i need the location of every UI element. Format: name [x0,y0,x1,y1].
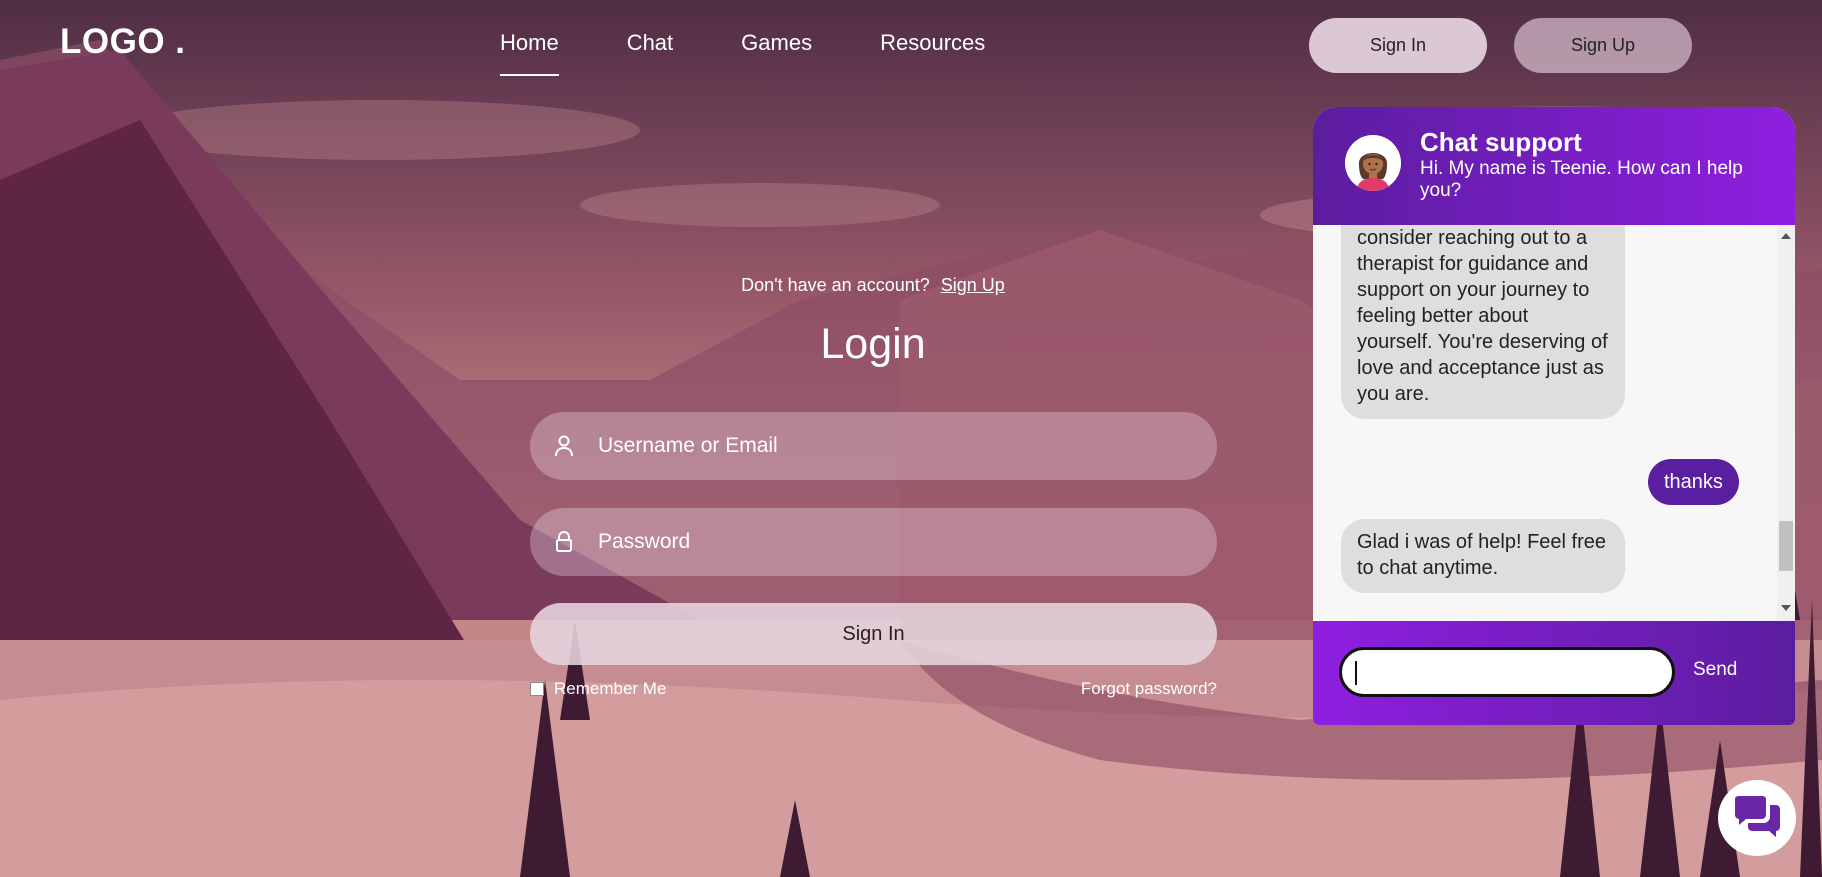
forgot-password-link[interactable]: Forgot password? [1030,679,1217,699]
nav-home[interactable]: Home [500,30,559,76]
username-field[interactable] [530,412,1217,480]
chat-bubbles-icon [1735,796,1780,837]
support-avatar [1345,135,1401,191]
scroll-thumb[interactable] [1779,521,1793,571]
bot-message: consider reaching out to a therapist for… [1341,225,1625,419]
text-caret [1355,661,1357,685]
remember-me-label: Remember Me [554,679,667,698]
nav-chat[interactable]: Chat [627,30,673,76]
chat-widget: Chat support Hi. My name is Teenie. How … [1313,107,1795,725]
user-icon [552,434,576,458]
nav-resources[interactable]: Resources [880,30,985,76]
chat-message-input[interactable] [1339,647,1675,697]
nav-games[interactable]: Games [741,30,812,76]
logo[interactable]: LOGO . [60,22,186,62]
chat-header: Chat support Hi. My name is Teenie. How … [1313,107,1795,225]
chat-title: Chat support [1420,127,1582,157]
main-nav: Home Chat Games Resources [500,30,1053,76]
password-input[interactable] [596,529,1160,555]
header-sign-in-button[interactable]: Sign In [1309,18,1487,73]
username-input[interactable] [596,433,1160,459]
no-account-text: Don't have an account? [741,275,930,295]
chat-messages[interactable]: consider reaching out to a therapist for… [1313,225,1795,621]
chat-toggle-button[interactable] [1718,780,1796,856]
chat-footer: Send [1313,621,1795,725]
bot-message: Glad i was of help! Feel free to chat an… [1341,519,1625,593]
sign-in-button[interactable]: Sign In [530,603,1217,665]
password-field[interactable] [530,508,1217,576]
header-sign-up-button[interactable]: Sign Up [1514,18,1692,73]
sign-up-link[interactable]: Sign Up [941,275,1005,295]
send-button[interactable]: Send [1693,659,1737,681]
scroll-down-arrow-icon[interactable] [1781,605,1791,611]
remember-me-checkbox[interactable] [530,682,544,696]
chat-subtitle: Hi. My name is Teenie. How can I help yo… [1420,158,1743,201]
scroll-up-arrow-icon[interactable] [1781,233,1791,239]
lock-icon [552,530,576,554]
chat-scrollbar[interactable] [1777,225,1795,621]
user-message: thanks [1648,459,1739,505]
remember-me[interactable]: Remember Me [530,679,666,699]
